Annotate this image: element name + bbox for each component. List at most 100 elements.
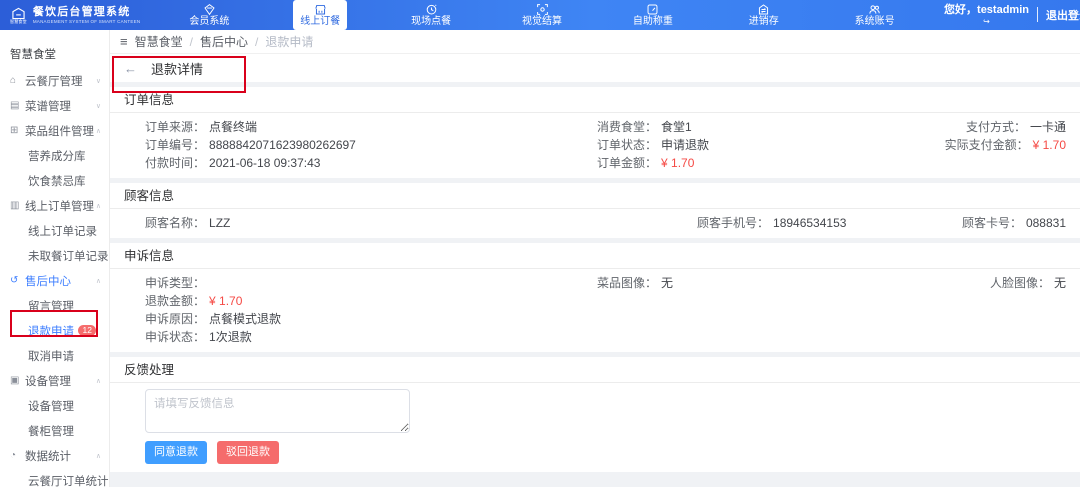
nav-system-account[interactable]: 系统账号: [848, 0, 902, 30]
sidebar-item-diet-taboo-library[interactable]: 饮食禁忌库: [0, 168, 109, 193]
paid-amount-field: 实际支付金额：¥ 1.70: [945, 136, 1066, 154]
data-statistics-icon: ◔: [10, 450, 25, 461]
logo-badge-text: 智慧食堂: [10, 20, 27, 24]
nav-member-system[interactable]: 会员系统: [182, 0, 236, 30]
order-info-body: 订单来源：点餐终端 订单编号：8888842071623980262697 付款…: [110, 113, 1080, 178]
topbar-divider: [1037, 7, 1038, 22]
nav-label: 自助称重: [633, 17, 673, 27]
nav-label: 进销存: [749, 17, 779, 27]
sidebar-item-device-mgmt[interactable]: 设备管理: [0, 393, 109, 418]
sidebar-item-device-mgmt-group[interactable]: ▣ 设备管理 ∧: [0, 368, 109, 393]
sidebar-item-cloud-restaurant[interactable]: ⌂ 云餐厅管理 ∨: [0, 68, 109, 93]
main-content: ≡ 智慧食堂 / 售后中心 / 退款申请 ← 退款详情 订单信息 订单来源：点餐…: [110, 30, 1080, 487]
chevron-down-icon: ∨: [96, 102, 101, 110]
appeal-info-body: 申诉类型： 退款金额：¥ 1.70 申诉原因：点餐模式退款 申诉状态：1次退款 …: [110, 269, 1080, 352]
online-order-mgmt-icon: ▥: [10, 200, 25, 211]
feedback-actions: 同意退款 驳回退款: [145, 441, 1064, 464]
chevron-down-icon: ∨: [96, 77, 101, 85]
nav-self-weighing[interactable]: 自助称重: [626, 0, 680, 30]
menu-toggle-icon[interactable]: ≡: [120, 34, 128, 49]
chevron-up-icon: ∧: [96, 452, 101, 460]
app-logo: 智慧食堂 餐饮后台管理系统 MANAGEMENT SYSTEM OF SMART…: [0, 6, 148, 24]
order-info-card: 订单信息 订单来源：点餐终端 订单编号：88888420716239802626…: [110, 87, 1080, 178]
sidebar-title: 智慧食堂: [0, 30, 109, 68]
appeal-reason-field: 申诉原因：点餐模式退款: [145, 310, 1064, 328]
top-navigation: 会员系统 线上订餐 现场点餐 视觉结算 自助称重 进销存 系统账号: [154, 0, 930, 30]
nav-label: 系统账号: [855, 17, 895, 27]
chevron-up-icon: ∧: [96, 202, 101, 210]
breadcrumb-item[interactable]: 售后中心: [200, 33, 248, 50]
sidebar-item-message-mgmt[interactable]: 留言管理: [0, 293, 109, 318]
appeal-info-title: 申诉信息: [110, 243, 1080, 269]
breadcrumb: ≡ 智慧食堂 / 售后中心 / 退款申请: [110, 30, 1080, 54]
user-greeting: 您好，testadmin ↪: [944, 4, 1029, 26]
appeal-status-field: 申诉状态：1次退款: [145, 328, 1064, 346]
canteen-field: 消费食堂：食堂1: [597, 118, 709, 136]
feedback-card: 反馈处理 同意退款 驳回退款: [110, 357, 1080, 472]
member-system-icon: [203, 3, 216, 16]
self-weighing-icon: [646, 3, 659, 16]
nav-onsite-ordering[interactable]: 现场点餐: [404, 0, 458, 30]
sidebar-item-data-statistics[interactable]: ◔ 数据统计 ∧: [0, 443, 109, 468]
breadcrumb-item[interactable]: 智慧食堂: [135, 33, 183, 50]
approve-refund-button[interactable]: 同意退款: [145, 441, 207, 464]
sidebar-item-unclaimed-order-records[interactable]: 未取餐订单记录: [0, 243, 109, 268]
inventory-icon: [757, 3, 770, 16]
sidebar-item-menu-mgmt[interactable]: ▤ 菜谱管理 ∨: [0, 93, 109, 118]
page-header: ← 退款详情: [110, 54, 1080, 82]
feedback-textarea[interactable]: [145, 389, 410, 433]
customer-name-field: 顾客名称：LZZ: [145, 214, 1064, 232]
feedback-title: 反馈处理: [110, 357, 1080, 383]
sidebar-item-cancel-request[interactable]: 取消申请: [0, 343, 109, 368]
sidebar-item-refund-request[interactable]: 退款申请 12: [0, 318, 109, 343]
feedback-body: 同意退款 驳回退款: [110, 383, 1080, 472]
breadcrumb-separator: /: [255, 35, 258, 49]
dish-image-field: 菜品图像：无: [597, 274, 673, 292]
app-subtitle: MANAGEMENT SYSTEM OF SMART CANTEEN: [33, 19, 141, 24]
payment-method-field: 支付方式：一卡通: [945, 118, 1066, 136]
chevron-up-icon: ∧: [96, 377, 101, 385]
order-amount-value: ¥ 1.70: [661, 156, 694, 170]
order-info-title: 订单信息: [110, 87, 1080, 113]
breadcrumb-separator: /: [190, 35, 193, 49]
reject-refund-button[interactable]: 驳回退款: [217, 441, 279, 464]
nav-label: 视觉结算: [522, 17, 562, 27]
sidebar-item-online-order-mgmt[interactable]: ▥ 线上订单管理 ∧: [0, 193, 109, 218]
cloud-restaurant-icon: ⌂: [10, 75, 25, 86]
customer-info-body: 顾客名称：LZZ 顾客手机号：18946534153 顾客卡号：088831: [110, 209, 1080, 238]
topbar-user-area: 您好，testadmin ↪ 退出登录: [944, 4, 1080, 26]
greeting-text: 您好，testadmin: [944, 4, 1029, 17]
device-mgmt-icon: ▣: [10, 375, 25, 386]
menu-mgmt-icon: ▤: [10, 100, 25, 111]
sidebar-item-component-mgmt[interactable]: ⊞ 菜品组件管理 ∧: [0, 118, 109, 143]
order-amount-field: 订单金额：¥ 1.70: [597, 154, 709, 172]
nav-inventory[interactable]: 进销存: [737, 0, 791, 30]
sidebar-item-cloud-order-stats[interactable]: 云餐厅订单统计: [0, 468, 109, 487]
breadcrumb-item-current: 退款申请: [265, 33, 313, 50]
chevron-up-icon: ∧: [96, 127, 101, 135]
nav-label: 线上订餐: [300, 17, 340, 27]
visual-checkout-icon: [536, 3, 549, 16]
sidebar-item-cabinet-mgmt[interactable]: 餐柜管理: [0, 418, 109, 443]
system-account-icon: [868, 3, 881, 16]
component-mgmt-icon: ⊞: [10, 125, 25, 136]
nav-visual-checkout[interactable]: 视觉结算: [515, 0, 569, 30]
appeal-info-card: 申诉信息 申诉类型： 退款金额：¥ 1.70 申诉原因：点餐模式退款 申诉状态：…: [110, 243, 1080, 352]
onsite-ordering-icon: [425, 3, 438, 16]
sidebar-item-online-order-records[interactable]: 线上订单记录: [0, 218, 109, 243]
nav-label: 会员系统: [189, 17, 229, 27]
logout-button[interactable]: 退出登录: [1046, 7, 1080, 23]
sidebar-item-nutrition-library[interactable]: 营养成分库: [0, 143, 109, 168]
nav-online-ordering[interactable]: 线上订餐: [293, 0, 347, 30]
back-arrow-icon[interactable]: ←: [124, 61, 137, 76]
topbar: 智慧食堂 餐饮后台管理系统 MANAGEMENT SYSTEM OF SMART…: [0, 0, 1080, 30]
nav-label: 现场点餐: [411, 17, 451, 27]
order-status-field: 订单状态：申请退款: [597, 136, 709, 154]
customer-phone-field: 顾客手机号：18946534153: [697, 214, 846, 232]
sidebar: 智慧食堂 ⌂ 云餐厅管理 ∨ ▤ 菜谱管理 ∨ ⊞ 菜品组件管理 ∧ 营养成分库…: [0, 30, 110, 487]
logo-icon: 智慧食堂: [10, 7, 27, 24]
sidebar-item-after-sales-center[interactable]: ↺ 售后中心 ∧: [0, 268, 109, 293]
face-image-field: 人脸图像：无: [990, 274, 1066, 292]
refund-count-badge: 12: [78, 325, 96, 337]
app-title: 餐饮后台管理系统: [33, 6, 141, 18]
